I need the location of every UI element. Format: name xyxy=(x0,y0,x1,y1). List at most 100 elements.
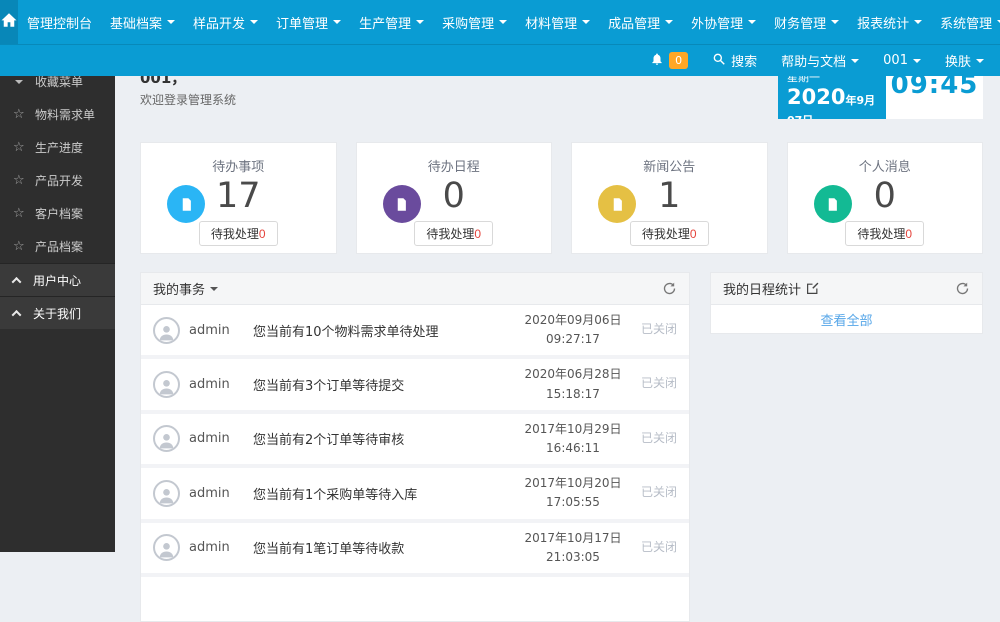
document-icon xyxy=(167,185,205,223)
table-row[interactable]: admin 您当前有10个物料需求单待处理 2020年09月06日 09:27:1… xyxy=(141,305,689,356)
sidebar-item-production-progress[interactable]: ☆ 生产进度 xyxy=(0,131,115,164)
task-datetime: 2017年10月17日 21:03:05 xyxy=(524,530,622,564)
nav-item-production-mgmt[interactable]: 生产管理 xyxy=(350,0,433,44)
sidebar-item-user-center[interactable]: 用户中心 xyxy=(0,263,115,296)
sidebar-item-customer-archives[interactable]: ☆ 客户档案 xyxy=(0,197,115,230)
chevron-down-icon xyxy=(748,20,757,28)
task-user: admin xyxy=(189,485,230,501)
table-row[interactable]: admin 您当前有2个订单等待审核 2017年10月29日 16:46:11 已… xyxy=(141,413,689,465)
nav-item-report-stats[interactable]: 报表统计 xyxy=(848,0,931,44)
avatar xyxy=(153,316,180,344)
task-message: 您当前有1个采购单等待入库 xyxy=(253,487,418,503)
nav-item-sample-dev[interactable]: 样品开发 xyxy=(184,0,267,44)
nav-item-material-mgmt[interactable]: 材料管理 xyxy=(516,0,599,44)
notifications-button[interactable]: 0 xyxy=(650,52,689,70)
my-tasks-title[interactable]: 我的事务 xyxy=(153,279,205,298)
stat-card-news: 新闻公告 1 待我处理0 xyxy=(571,142,768,254)
chevron-down-icon xyxy=(499,20,508,28)
document-icon xyxy=(598,185,636,223)
sidebar-item-product-archives[interactable]: ☆ 产品档案 xyxy=(0,230,115,263)
chevron-down-icon xyxy=(976,58,984,67)
chevron-down-icon xyxy=(250,20,259,28)
nav-menu: 管理控制台 基础档案 样品开发 订单管理 生产管理 采购管理 材料管理 成品管理… xyxy=(18,0,1000,44)
chevron-down-icon xyxy=(851,58,860,67)
stat-card-todo-items: 待办事项 17 待我处理0 xyxy=(140,142,337,254)
skin-menu[interactable]: 换肤 xyxy=(945,51,984,70)
chevron-down-icon xyxy=(167,20,176,28)
chevron-up-icon xyxy=(11,309,22,320)
stat-card-todo-schedule: 待办日程 0 待我处理0 xyxy=(355,142,552,254)
sidebar-item-about-us[interactable]: 关于我们 xyxy=(0,296,115,329)
table-row[interactable]: admin 您当前有1个采购单等待入库 2017年10月20日 17:05:55 … xyxy=(141,468,689,519)
task-datetime: 2017年10月20日 17:05:55 xyxy=(524,476,622,510)
sidebar-item-product-development[interactable]: ☆ 产品开发 xyxy=(0,164,115,197)
table-row[interactable]: admin 您当前有3个订单等待提交 2020年06月28日 15:18:17 已… xyxy=(141,359,689,410)
table-row[interactable] xyxy=(141,576,689,621)
nav-item-finance-mgmt[interactable]: 财务管理 xyxy=(765,0,848,44)
search-icon xyxy=(712,52,726,70)
edit-icon[interactable] xyxy=(806,282,819,295)
nav-item-system-mgmt[interactable]: 系统管理 xyxy=(931,0,1000,44)
task-datetime: 2020年09月06日 09:27:17 xyxy=(524,313,622,347)
nav-item-basic-archives[interactable]: 基础档案 xyxy=(101,0,184,44)
stat-title: 待办事项 xyxy=(212,160,265,175)
stat-cards-row: 待办事项 17 待我处理0 待办日程 0 待我处理0 新闻公告 1 待我处理0 … xyxy=(140,142,983,254)
refresh-icon[interactable] xyxy=(955,281,970,296)
date-year: 2020 xyxy=(787,85,846,109)
stat-card-personal-messages: 个人消息 0 待我处理0 xyxy=(786,142,983,254)
chevron-down-icon xyxy=(582,20,591,28)
avatar xyxy=(153,479,180,507)
panels-row: 我的事务 admin 您当前有10个物料需求单待处理 2020年09月06日 09… xyxy=(140,272,983,622)
chevron-down-icon xyxy=(914,20,923,28)
document-icon xyxy=(813,185,852,223)
main-content: 001， 欢迎登录管理系统 星期一 2020年9月07日 09:45 待办事项 … xyxy=(115,67,1000,622)
my-schedule-panel: 我的日程统计 查看全部 xyxy=(710,272,983,334)
nav-item-finished-goods-mgmt[interactable]: 成品管理 xyxy=(599,0,682,44)
star-icon: ☆ xyxy=(13,107,25,122)
chevron-down-icon xyxy=(912,58,921,67)
chevron-up-icon xyxy=(11,276,22,287)
secondary-toolbar: 0 搜索 帮助与文档 001 换肤 xyxy=(0,44,1000,76)
document-icon xyxy=(382,185,421,223)
refresh-icon[interactable] xyxy=(662,281,677,296)
task-message: 您当前有3个订单等待提交 xyxy=(253,379,405,395)
my-schedule-header: 我的日程统计 xyxy=(711,273,982,305)
avatar xyxy=(153,371,180,399)
chevron-down-icon xyxy=(15,79,23,88)
chevron-down-icon xyxy=(831,20,840,28)
nav-item-order-mgmt[interactable]: 订单管理 xyxy=(267,0,350,44)
status-badge: 已关闭 xyxy=(640,376,677,391)
star-icon: ☆ xyxy=(13,239,25,254)
nav-item-purchase-mgmt[interactable]: 采购管理 xyxy=(433,0,516,44)
task-user: admin xyxy=(189,377,230,393)
pending-for-me-button[interactable]: 待我处理0 xyxy=(629,220,709,246)
stat-title: 个人消息 xyxy=(858,160,911,175)
user-menu[interactable]: 001 xyxy=(883,53,921,68)
avatar xyxy=(153,534,180,562)
stat-title: 新闻公告 xyxy=(643,160,696,175)
my-tasks-header: 我的事务 xyxy=(141,273,689,305)
chevron-down-icon xyxy=(665,20,674,28)
task-message: 您当前有2个订单等待审核 xyxy=(253,433,405,449)
task-user: admin xyxy=(189,540,230,556)
home-icon xyxy=(0,11,18,33)
top-navbar: 管理控制台 基础档案 样品开发 订单管理 生产管理 采购管理 材料管理 成品管理… xyxy=(0,0,1000,44)
sidebar: 收藏菜单 ☆ 物料需求单 ☆ 生产进度 ☆ 产品开发 ☆ 客户档案 ☆ 产品档案 用户中心… xyxy=(0,76,115,552)
view-all-link[interactable]: 查看全部 xyxy=(820,310,872,329)
stat-title: 待办日程 xyxy=(427,160,480,175)
pending-for-me-button[interactable]: 待我处理0 xyxy=(845,220,925,246)
status-badge: 已关闭 xyxy=(640,322,677,336)
nav-item-console[interactable]: 管理控制台 xyxy=(18,0,101,44)
help-docs-menu[interactable]: 帮助与文档 xyxy=(781,51,860,70)
sidebar-item-material-requisition[interactable]: ☆ 物料需求单 xyxy=(0,98,115,131)
my-schedule-body: 查看全部 xyxy=(711,305,982,333)
search-button[interactable]: 搜索 xyxy=(712,51,757,70)
sidebar-item-favorites-menu[interactable]: 收藏菜单 xyxy=(0,76,115,98)
home-button[interactable] xyxy=(0,0,18,44)
star-icon: ☆ xyxy=(13,173,25,188)
pending-for-me-button[interactable]: 待我处理0 xyxy=(414,220,494,246)
nav-item-outsourcing-mgmt[interactable]: 外协管理 xyxy=(682,0,765,44)
pending-for-me-button[interactable]: 待我处理0 xyxy=(198,220,278,246)
chevron-down-icon xyxy=(333,20,342,28)
table-row[interactable]: admin 您当前有1笔订单等待收款 2017年10月17日 21:03:05 已… xyxy=(141,522,689,573)
